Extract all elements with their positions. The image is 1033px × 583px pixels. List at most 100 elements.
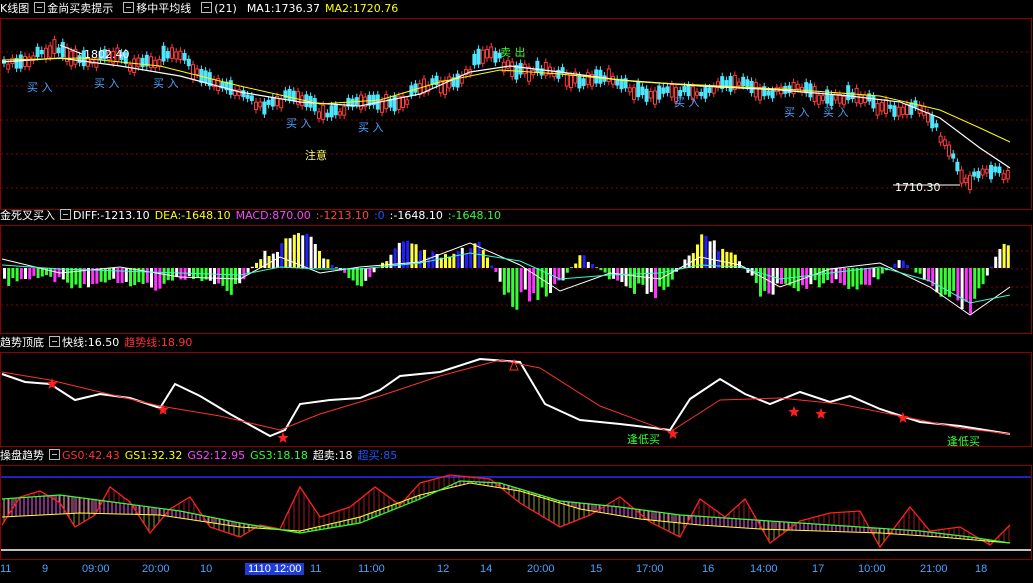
macd-bar [288, 238, 292, 268]
macd-bar [864, 268, 867, 285]
candle [262, 101, 267, 115]
macd-bar [225, 268, 229, 291]
low-price-label: 1710.30 [895, 181, 941, 194]
macd-bar [922, 268, 926, 280]
macd-bar [448, 256, 452, 268]
candle [648, 90, 653, 99]
candle [48, 45, 53, 58]
buy-signal: 买 入 [286, 117, 312, 130]
star-signal [788, 406, 800, 417]
candle [522, 63, 527, 75]
kline-panel[interactable]: K线图 金尚买卖提示 移中平均线 (21) MA1:1736.37 MA2:1720.76… [0, 0, 1033, 210]
macd-bar [318, 250, 321, 268]
buy-signal: 买 入 [823, 106, 849, 119]
macd-bar [960, 268, 964, 309]
candle [480, 49, 485, 64]
candle [934, 123, 939, 128]
candle [325, 112, 330, 118]
candle [417, 83, 422, 95]
macd-bar [301, 235, 305, 268]
time-tick: 10 [200, 563, 213, 575]
candle [766, 90, 771, 96]
operation-chart[interactable] [0, 447, 1033, 560]
macd-bar [771, 268, 775, 295]
candle [136, 57, 141, 68]
candle [636, 82, 641, 98]
macd-bar [595, 267, 599, 268]
macd-bar [108, 268, 111, 280]
candle [976, 171, 981, 179]
macd-bar [523, 268, 527, 290]
candle [997, 166, 1002, 174]
macd-bar [246, 268, 250, 273]
macd-bar [700, 234, 704, 268]
macd-bar [792, 268, 796, 289]
macd-bar [897, 260, 901, 268]
trend-line [1, 359, 1011, 435]
macd-bar [213, 268, 216, 285]
sell-signal: 卖 出 [500, 46, 526, 59]
trend-chart[interactable] [0, 334, 1033, 447]
buy-signal: 买 入 [94, 77, 120, 90]
macd-bar [334, 267, 338, 268]
macd-bar [179, 268, 183, 280]
macd-bar [330, 264, 334, 268]
macd-bar [465, 253, 468, 268]
candle [6, 63, 11, 70]
macd-bar [11, 268, 15, 279]
macd-bar [733, 254, 737, 268]
macd-bar [981, 268, 985, 285]
trend-panel[interactable]: 趋势顶底 快线:16.50 趋势线:18.90 逢低买 逢低买 [0, 334, 1033, 448]
macd-bar [637, 268, 641, 284]
candle [518, 63, 523, 75]
macd-bar [725, 251, 729, 268]
candle [195, 68, 200, 75]
candle [821, 95, 825, 101]
macd-bar [217, 268, 221, 284]
macd-panel[interactable]: 金死叉买入 DIFF:-1213.10 DEA:-1648.10 MACD:870.0… [0, 207, 1033, 334]
candle [980, 168, 985, 176]
buy-signal: 买 入 [784, 106, 810, 119]
candle [413, 83, 418, 93]
candle [430, 78, 435, 85]
time-axis[interactable]: 11 9 09:00 20:00 10 1110 12:00 11 11:00 12 14 20:0… [0, 560, 1033, 583]
macd-bar [943, 268, 947, 295]
candle [657, 85, 662, 100]
macd-bar [490, 265, 494, 268]
macd-bar [834, 268, 838, 280]
macd-bar [444, 254, 447, 268]
macd-chart[interactable] [0, 207, 1033, 334]
macd-bar [990, 266, 993, 268]
macd-bar [549, 268, 552, 294]
candle [279, 98, 284, 109]
macd-bar [973, 268, 977, 299]
candle [52, 39, 57, 55]
kline-chart[interactable] [0, 0, 1033, 210]
candle [711, 86, 716, 94]
macd-bar [473, 243, 477, 268]
candle [182, 52, 187, 61]
candle [178, 50, 183, 60]
macd-bar [255, 262, 258, 268]
macd-bar [481, 250, 485, 268]
candle [993, 166, 998, 173]
operation-panel[interactable]: 操盘趋势 GS0:42.43 GS1:32.32 GS2:12.95 GS3:18.18… [0, 447, 1033, 560]
candle [737, 81, 741, 86]
time-tick: 12 [437, 563, 450, 575]
macd-bar [19, 268, 23, 280]
macd-bar [196, 268, 200, 278]
macd-bar [649, 268, 653, 293]
candle [770, 90, 775, 99]
macd-bar [129, 268, 132, 287]
caution-signal: 注意 [305, 149, 327, 162]
macd-bar [309, 236, 313, 268]
time-tick: 20:00 [142, 563, 170, 575]
macd-bar [280, 243, 284, 268]
candle [564, 72, 569, 87]
candle [875, 103, 880, 116]
time-tick: 9 [42, 563, 49, 575]
candle [699, 91, 704, 97]
candle [968, 174, 972, 191]
candle [577, 75, 582, 89]
macd-bar [838, 268, 842, 283]
